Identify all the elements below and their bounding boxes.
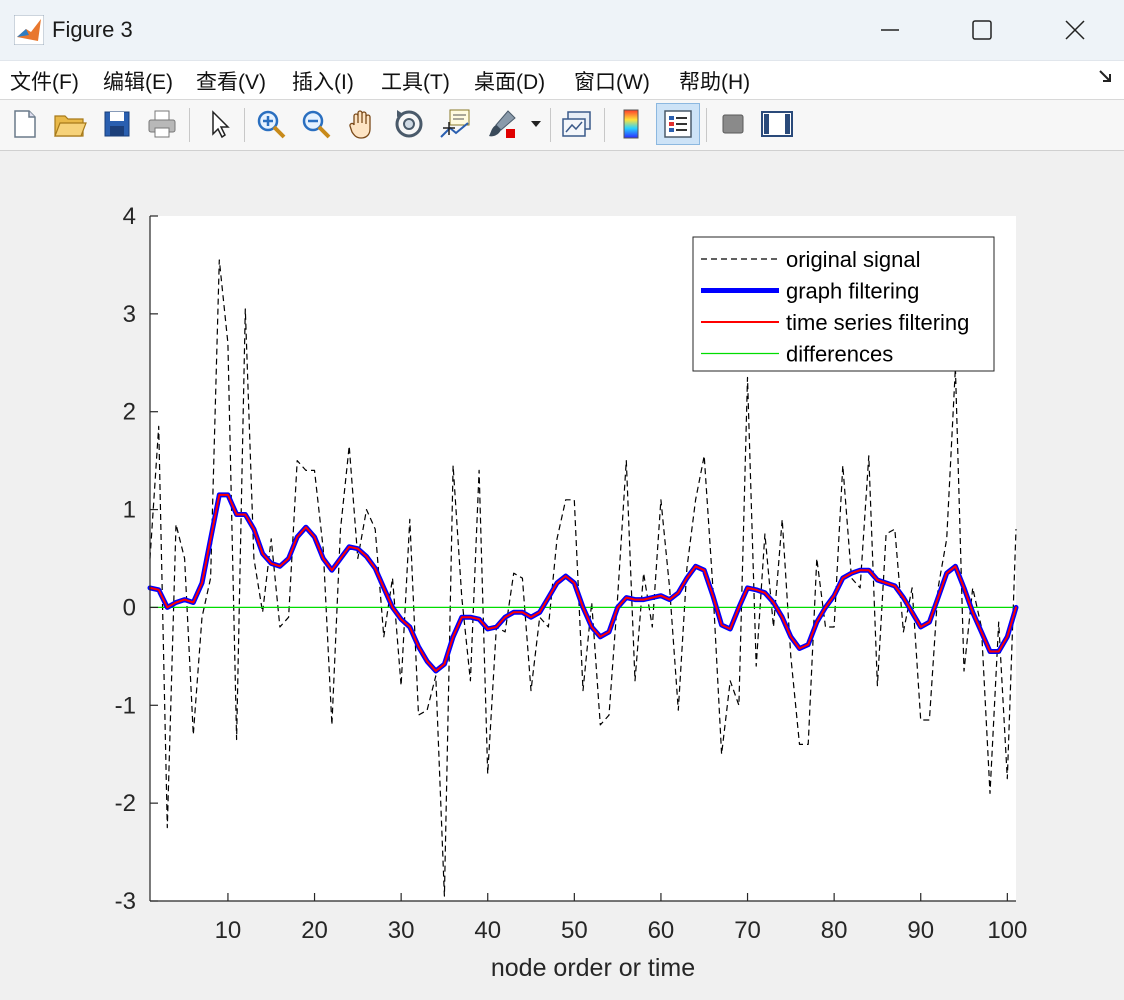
zoom-in-icon <box>257 110 286 139</box>
toolbar-separator <box>550 108 551 142</box>
x-tick-label: 20 <box>301 917 328 944</box>
toolbar-separator <box>189 108 190 142</box>
print-button[interactable] <box>143 105 181 143</box>
link-plot-icon <box>562 111 591 137</box>
menu-desktop[interactable]: 桌面(D) <box>474 66 545 96</box>
window-titlebar: Figure 3 <box>0 0 1124 61</box>
hide-plot-tools-icon <box>722 114 744 134</box>
legend-label: time series filtering <box>786 310 969 335</box>
matlab-logo-icon <box>14 15 44 45</box>
zoom-out-icon <box>302 110 331 139</box>
figure-canvas: -3 -2 -1 0 1 2 3 4 10 20 30 40 50 60 70 80 90 100 node or… <box>0 151 1124 995</box>
y-tick-label: -2 <box>115 790 136 817</box>
rotate-3d-icon <box>395 110 423 138</box>
x-tick-label: 100 <box>987 917 1027 944</box>
new-figure-icon <box>14 110 36 138</box>
data-cursor-button[interactable] <box>436 105 474 143</box>
y-tick-label: 0 <box>123 594 136 621</box>
y-tick-label: 4 <box>123 203 136 230</box>
legend-label: differences <box>786 342 893 367</box>
colorbar-icon <box>623 109 639 139</box>
brush-dropdown-button[interactable] <box>526 105 546 143</box>
open-file-icon <box>54 115 87 137</box>
toolbar-separator <box>706 108 707 142</box>
y-tick-label: 2 <box>123 399 136 426</box>
x-tick-label: 70 <box>734 917 761 944</box>
open-file-button[interactable] <box>51 105 89 143</box>
y-tick-label: -3 <box>115 888 136 915</box>
x-tick-label: 60 <box>648 917 675 944</box>
show-plot-tools-button[interactable] <box>758 105 796 143</box>
minimize-button[interactable] <box>850 6 930 54</box>
figure-toolbar <box>0 100 1124 151</box>
menu-tools[interactable]: 工具(T) <box>381 66 450 96</box>
x-tick-label: 10 <box>215 917 242 944</box>
maximize-icon <box>972 20 992 40</box>
print-icon <box>148 110 176 138</box>
window-title: Figure 3 <box>52 17 133 42</box>
legend-button[interactable] <box>656 103 700 145</box>
chevron-down-icon <box>531 121 541 127</box>
colorbar-button[interactable] <box>612 105 650 143</box>
menu-insert[interactable]: 插入(I) <box>292 66 354 96</box>
y-tick-label: 3 <box>123 301 136 328</box>
pointer-button[interactable] <box>200 105 238 143</box>
legend-label: graph filtering <box>786 279 919 304</box>
maximize-button[interactable] <box>942 6 1022 54</box>
brush-button[interactable] <box>484 105 522 143</box>
close-button[interactable] <box>1035 6 1115 54</box>
menu-help[interactable]: 帮助(H) <box>679 66 750 96</box>
save-icon <box>104 111 130 137</box>
x-tick-label: 30 <box>388 917 415 944</box>
show-plot-tools-icon <box>761 111 793 137</box>
menu-view[interactable]: 查看(V) <box>196 66 266 96</box>
legend[interactable]: original signal graph filtering time serie… <box>692 236 995 372</box>
legend-label: original signal <box>786 247 921 272</box>
y-tick-label: 1 <box>123 497 136 524</box>
close-icon <box>1065 20 1085 40</box>
minimize-icon <box>881 29 899 31</box>
menu-bar: 文件(F) 编辑(E) 查看(V) 插入(I) 工具(T) 桌面(D) 窗口(W… <box>0 61 1124 100</box>
dock-arrow-icon[interactable] <box>1098 69 1114 85</box>
pan-button[interactable] <box>344 105 382 143</box>
x-axis-label: node order or time <box>491 954 695 982</box>
pointer-icon <box>212 110 230 139</box>
legend-icon <box>664 110 692 138</box>
toolbar-separator <box>604 108 605 142</box>
menu-edit[interactable]: 编辑(E) <box>103 66 173 96</box>
menu-window[interactable]: 窗口(W) <box>574 66 650 96</box>
x-tick-label: 50 <box>561 917 588 944</box>
hide-plot-tools-button[interactable] <box>714 105 752 143</box>
x-tick-label: 80 <box>821 917 848 944</box>
data-cursor-icon <box>440 109 470 138</box>
y-tick-label: -1 <box>115 692 136 719</box>
toolbar-separator <box>244 108 245 142</box>
pan-hand-icon <box>349 110 371 139</box>
menu-file[interactable]: 文件(F) <box>10 66 79 96</box>
new-figure-button[interactable] <box>6 105 44 143</box>
brush-icon <box>489 110 516 138</box>
zoom-out-button[interactable] <box>297 105 335 143</box>
rotate-3d-button[interactable] <box>390 105 428 143</box>
link-plot-button[interactable] <box>558 105 596 143</box>
x-tick-label: 90 <box>907 917 934 944</box>
line-chart: -3 -2 -1 0 1 2 3 4 10 20 30 40 50 60 70 80 90 100 node or… <box>115 203 1028 982</box>
x-tick-label: 40 <box>474 917 501 944</box>
save-button[interactable] <box>98 105 136 143</box>
zoom-in-button[interactable] <box>252 105 290 143</box>
